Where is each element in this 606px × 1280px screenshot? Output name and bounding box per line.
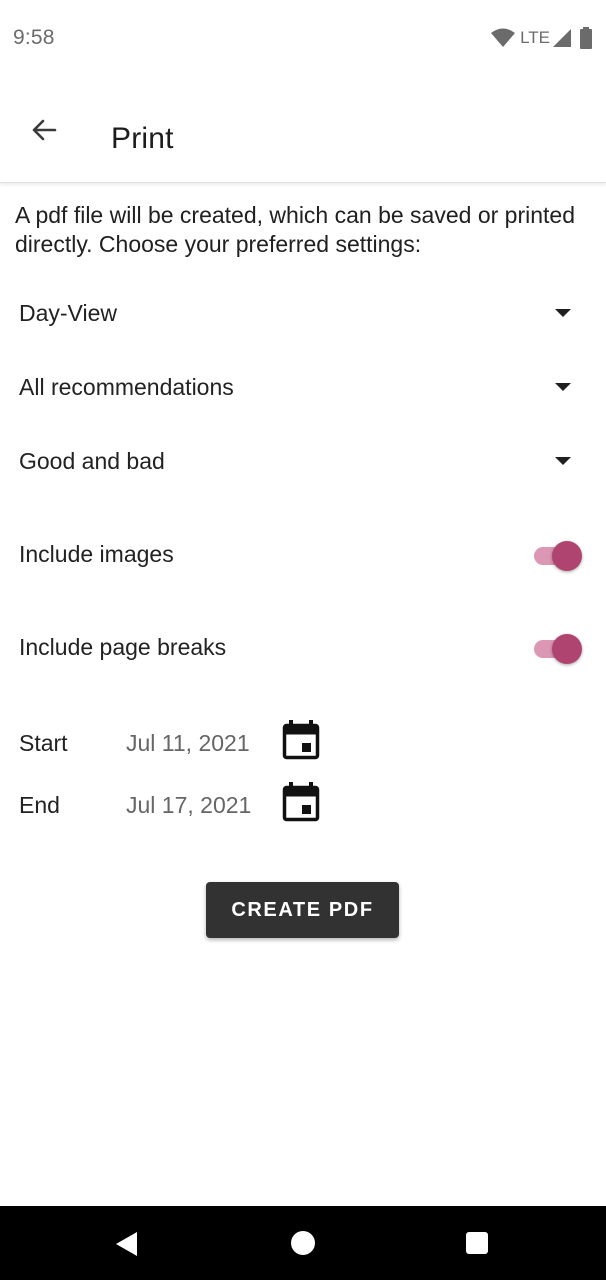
nav-recents-icon[interactable] — [466, 1232, 488, 1254]
dropdown-arrow-icon — [555, 383, 571, 391]
network-type: LTE — [520, 28, 550, 47]
dropdown-selected-value: Day-View — [19, 300, 117, 326]
calendar-icon — [282, 782, 320, 822]
calendar-icon — [282, 720, 320, 760]
view-type-dropdown[interactable]: Day-View — [0, 284, 606, 344]
end-date-value[interactable]: Jul 17, 2021 — [126, 790, 251, 820]
dropdown-arrow-icon — [555, 309, 571, 317]
status-bar: 9:58 LTE — [0, 0, 606, 78]
battery-icon — [580, 27, 592, 49]
dropdown-selected-value: All recommendations — [19, 374, 234, 400]
arrow-back-icon — [32, 119, 57, 141]
start-date-label: Start — [19, 730, 68, 756]
end-date-label: End — [19, 792, 60, 818]
include-page-breaks-switch[interactable] — [532, 634, 584, 664]
include-images-switch[interactable] — [532, 541, 584, 571]
include-page-breaks-label: Include page breaks — [19, 634, 227, 660]
page-title: Print — [111, 122, 174, 155]
rating-filter-dropdown[interactable]: Good and bad — [0, 432, 606, 492]
include-images-row: Include images — [0, 525, 606, 585]
dropdown-selected-value: Good and bad — [19, 448, 165, 474]
recommendations-dropdown[interactable]: All recommendations — [0, 358, 606, 418]
end-date-picker-button[interactable] — [280, 780, 322, 824]
status-time: 9:58 — [13, 26, 55, 49]
status-icons: LTE — [490, 26, 594, 50]
nav-back-icon[interactable] — [113, 1230, 141, 1258]
dropdown-arrow-icon — [555, 457, 571, 465]
signal-icon — [553, 29, 571, 47]
switch-thumb — [552, 634, 582, 664]
back-button[interactable] — [16, 108, 72, 152]
start-date-picker-button[interactable] — [280, 718, 322, 762]
intro-text: A pdf file will be created, which can be… — [15, 202, 575, 257]
create-pdf-button[interactable]: CREATE PDF — [206, 882, 399, 938]
include-page-breaks-row: Include page breaks — [0, 618, 606, 678]
start-date-value[interactable]: Jul 11, 2021 — [126, 728, 250, 758]
app-bar: Print — [0, 78, 606, 183]
nav-home-icon[interactable] — [291, 1231, 315, 1255]
start-date-row: Start Jul 11, 2021 — [0, 718, 606, 768]
wifi-icon — [491, 28, 516, 47]
system-nav-bar — [0, 1206, 606, 1280]
switch-thumb — [552, 541, 582, 571]
include-images-label: Include images — [19, 541, 174, 567]
end-date-row: End Jul 17, 2021 — [0, 780, 606, 830]
